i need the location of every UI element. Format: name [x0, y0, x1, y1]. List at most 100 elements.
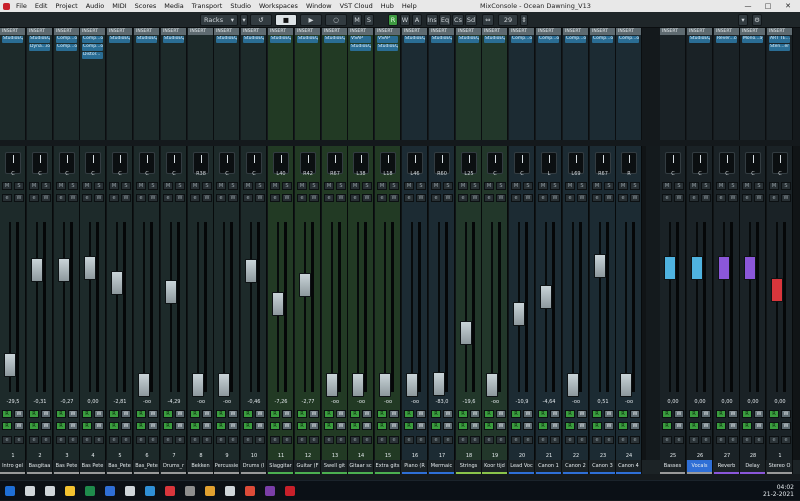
write-button[interactable]: W [470, 410, 480, 418]
zoom-stepper[interactable]: ⇕ [520, 14, 528, 26]
volume-value[interactable]: 0,51 [590, 399, 616, 405]
insert-header[interactable]: INSERT [456, 28, 481, 35]
zoom-field[interactable]: 29 [498, 14, 518, 26]
volume-fader[interactable] [84, 256, 96, 280]
menu-item-workspaces[interactable]: Workspaces [255, 2, 302, 10]
volume-value[interactable]: 0,00 [660, 399, 686, 405]
volume-fader[interactable] [691, 256, 703, 280]
app-icon-5[interactable] [260, 481, 280, 501]
solo-button[interactable]: S [523, 182, 533, 190]
solo-button[interactable]: S [781, 182, 791, 190]
record-enable-button[interactable]: e [754, 436, 764, 444]
read-button[interactable]: R [742, 422, 752, 430]
menu-item-midi[interactable]: MIDI [108, 2, 130, 10]
mute-button[interactable]: M [484, 182, 494, 190]
write-button[interactable]: W [94, 410, 104, 418]
listen-button[interactable]: W [577, 194, 587, 202]
record-enable-button[interactable]: e [577, 436, 587, 444]
mute-button[interactable]: M [270, 182, 280, 190]
insert-slot[interactable]: StudioEQ [689, 36, 710, 43]
solo-button[interactable]: S [754, 182, 764, 190]
insert-header[interactable]: INSERT [616, 28, 641, 35]
insert-slot[interactable]: Rever...ce [716, 36, 737, 43]
insert-header[interactable]: INSERT [268, 28, 293, 35]
monitor-button[interactable]: e [484, 436, 494, 444]
volume-value[interactable]: 0,00 [767, 399, 793, 405]
read-button[interactable]: R [243, 410, 253, 418]
volume-fader[interactable] [744, 256, 756, 280]
insert-header[interactable]: INSERT [563, 28, 588, 35]
read-button[interactable]: R [565, 422, 575, 430]
insert-slot[interactable]: Comp...or [511, 36, 532, 43]
solo-button[interactable]: S [94, 182, 104, 190]
volume-fader[interactable] [433, 372, 445, 396]
read-button[interactable]: R [689, 422, 699, 430]
explorer-icon[interactable] [60, 481, 80, 501]
edit-channel-button[interactable]: e [109, 194, 119, 202]
menu-item-media[interactable]: Media [160, 2, 188, 10]
write-button[interactable]: W [577, 422, 587, 430]
read-button[interactable]: R [190, 410, 200, 418]
insert-slot[interactable]: StudioEQ [431, 36, 452, 43]
channel-name[interactable]: Bekken [188, 460, 214, 474]
volume-value[interactable]: -0,46 [241, 399, 267, 405]
listen-button[interactable]: W [14, 194, 24, 202]
write-button[interactable]: W [362, 422, 372, 430]
solo-button[interactable]: S [228, 182, 238, 190]
menu-item-help[interactable]: Help [398, 2, 421, 10]
read-button[interactable]: R [458, 410, 468, 418]
record-enable-button[interactable]: e [781, 436, 791, 444]
insert-header[interactable]: INSERT [188, 28, 213, 35]
volume-value[interactable]: 0,00 [714, 399, 740, 405]
monitor-button[interactable]: e [109, 436, 119, 444]
read-button[interactable]: R [163, 422, 173, 430]
write-button[interactable]: W [416, 410, 426, 418]
insert-header[interactable]: INSERT [429, 28, 454, 35]
insert-slot[interactable]: StudioEQ [136, 36, 157, 43]
record-enable-button[interactable]: e [416, 436, 426, 444]
edit-channel-button[interactable]: e [511, 194, 521, 202]
write-button[interactable]: W [701, 422, 711, 430]
record-enable-button[interactable]: e [604, 436, 614, 444]
listen-button[interactable]: W [550, 194, 560, 202]
cs-bypass-button[interactable]: Cs [452, 14, 464, 26]
write-button[interactable]: W [523, 422, 533, 430]
read-button[interactable]: R [662, 422, 672, 430]
edit-channel-button[interactable]: e [270, 194, 280, 202]
volume-value[interactable]: -7,26 [268, 399, 294, 405]
volume-value[interactable]: -19,6 [456, 399, 482, 405]
volume-fader[interactable] [718, 256, 730, 280]
insert-slot[interactable]: Comp...or [56, 44, 77, 51]
read-button[interactable]: R [56, 422, 66, 430]
read-button[interactable]: R [29, 410, 39, 418]
write-button[interactable]: W [674, 410, 684, 418]
write-button[interactable]: W [121, 410, 131, 418]
mute-button[interactable]: M [350, 182, 360, 190]
channel-name[interactable]: Gitaar sc [348, 460, 374, 474]
solo-button[interactable]: S [701, 182, 711, 190]
insert-slot[interactable]: Comp...or [538, 36, 559, 43]
record-icon[interactable]: ○ [325, 14, 347, 26]
read-button[interactable]: R [769, 422, 779, 430]
volume-value[interactable]: -2,81 [107, 399, 133, 405]
volume-value[interactable]: 0,00 [687, 399, 713, 405]
excel-icon[interactable] [80, 481, 100, 501]
insert-slot[interactable]: Distor... [82, 52, 103, 59]
mute-button[interactable]: M [404, 182, 414, 190]
channel-name[interactable]: Drums_r [161, 460, 187, 474]
menu-item-file[interactable]: File [12, 2, 31, 10]
listen-button[interactable]: W [175, 194, 185, 202]
insert-slot[interactable]: VSAP [377, 36, 398, 43]
write-button[interactable]: W [630, 422, 640, 430]
write-button[interactable]: W [781, 422, 791, 430]
mute-button[interactable]: M [592, 182, 602, 190]
channel-name[interactable]: Koor tijd [482, 460, 508, 474]
channel-name[interactable]: Canon 4 [616, 460, 642, 474]
write-button[interactable]: W [701, 410, 711, 418]
listen-button[interactable]: W [255, 194, 265, 202]
read-button[interactable]: R [377, 422, 387, 430]
insert-slot[interactable]: Mono...ay [742, 36, 763, 43]
read-button[interactable]: R [243, 422, 253, 430]
menu-item-project[interactable]: Project [51, 2, 81, 10]
edge-icon[interactable] [140, 481, 160, 501]
